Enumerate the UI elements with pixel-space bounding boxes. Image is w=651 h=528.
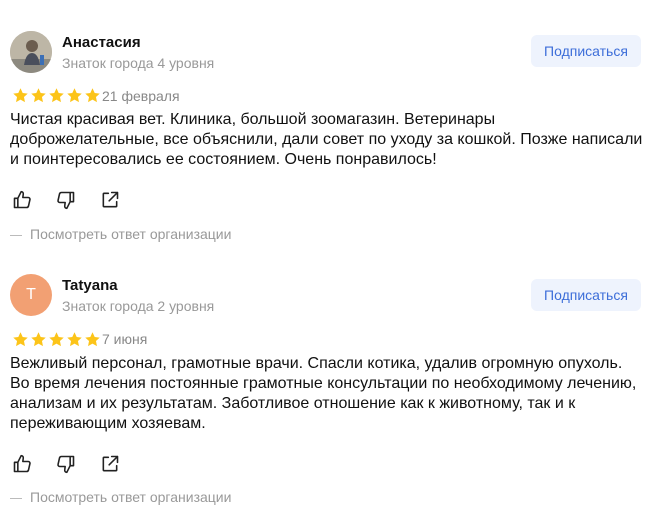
review-actions [12,190,120,210]
star-icon [85,88,100,103]
subscribe-button[interactable]: Подписаться [531,35,641,67]
star-icon [49,88,64,103]
review-text: Вежливый персонал, грамотные врачи. Спас… [10,355,637,432]
share-icon[interactable] [100,454,120,474]
like-icon[interactable] [12,190,32,210]
reply-dash [10,497,22,499]
review-text: Чистая красивая вет. Клиника, большой зо… [10,111,643,168]
subscribe-button[interactable]: Подписаться [531,279,641,311]
author-name[interactable]: Tatyana [62,277,118,294]
star-icon [67,88,82,103]
review-actions [12,454,120,474]
reply-dash [10,234,22,236]
star-icon [13,332,28,347]
avatar[interactable] [10,31,52,73]
rating-stars [12,331,101,348]
rating-stars [12,87,101,104]
author-level: Знаток города 2 уровня [62,298,215,314]
star-icon [49,332,64,347]
reply-link-label: Посмотреть ответ организации [30,226,232,242]
dislike-icon[interactable] [56,190,76,210]
review-date: 21 февраля [102,88,180,104]
star-icon [67,332,82,347]
star-icon [85,332,100,347]
star-icon [31,88,46,103]
avatar-letter: T [26,286,36,303]
star-icon [13,88,28,103]
view-organization-reply-link[interactable]: Посмотреть ответ организации [10,226,231,242]
dislike-icon[interactable] [56,454,76,474]
review-date: 7 июня [102,331,148,347]
avatar[interactable]: T [10,274,52,316]
like-icon[interactable] [12,454,32,474]
share-icon[interactable] [100,190,120,210]
view-organization-reply-link[interactable]: Посмотреть ответ организации [10,489,231,505]
star-icon [31,332,46,347]
author-level: Знаток города 4 уровня [62,55,215,71]
author-name[interactable]: Анастасия [62,34,141,51]
user-photo-icon [10,31,52,73]
reply-link-label: Посмотреть ответ организации [30,489,232,505]
